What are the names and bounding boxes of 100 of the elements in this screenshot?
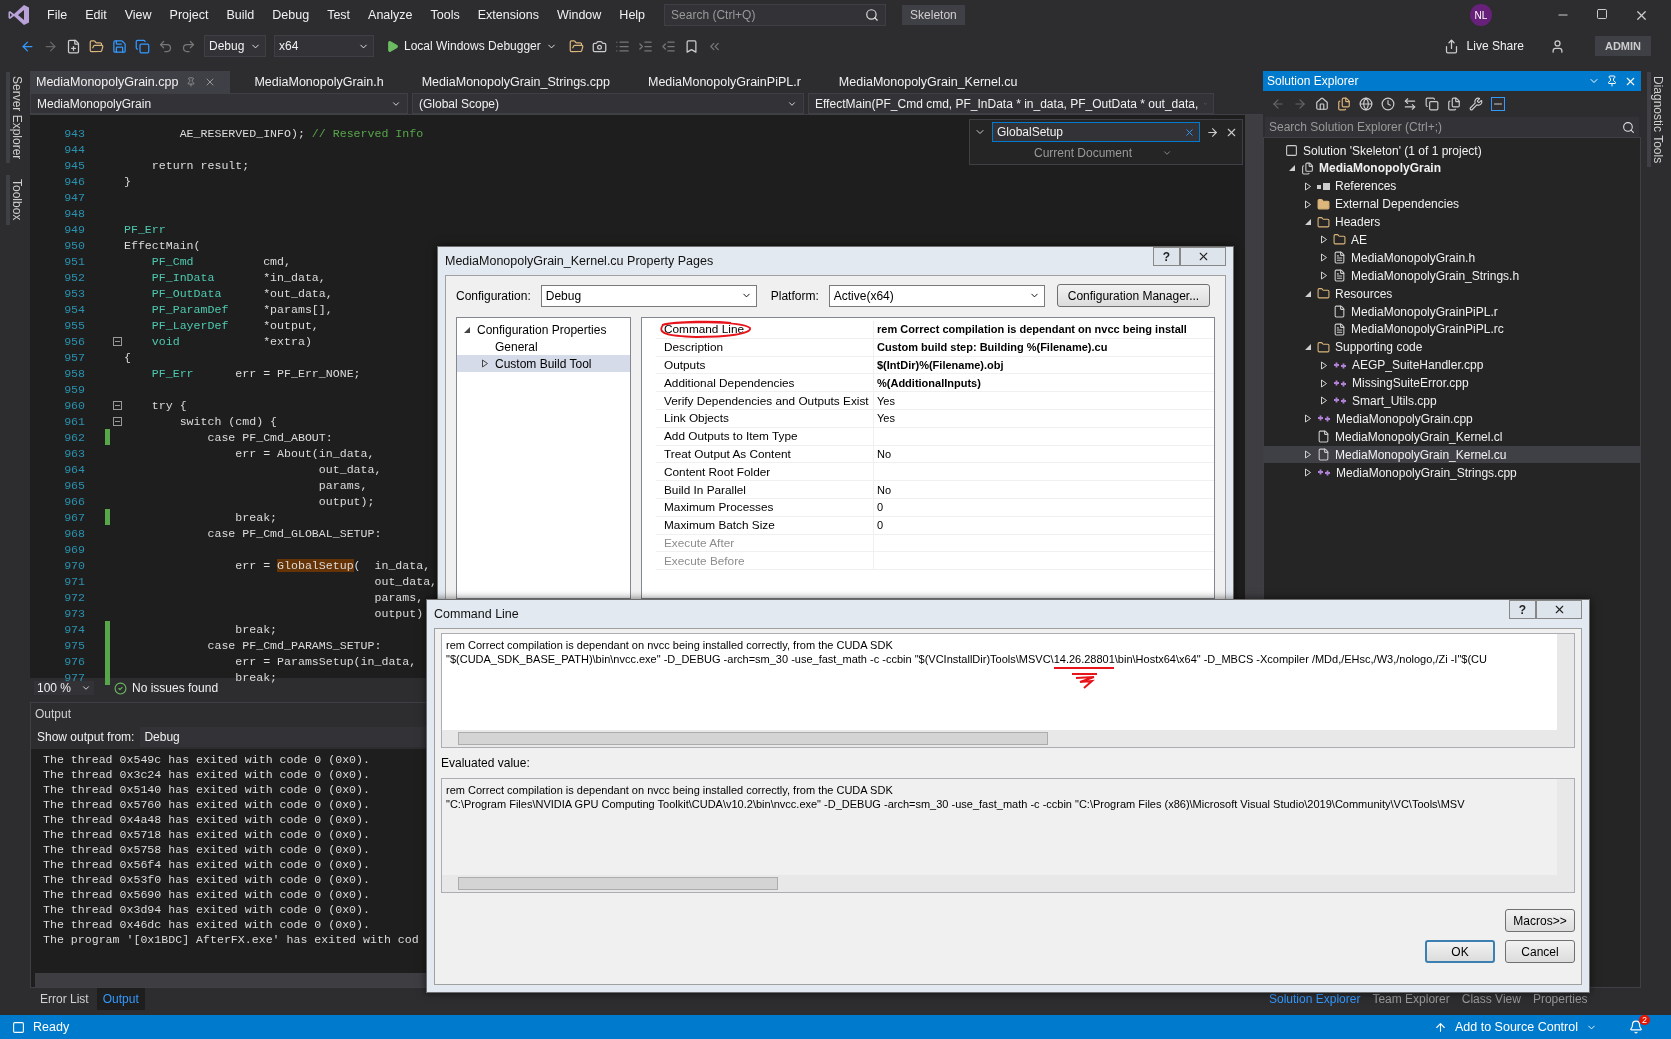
property-value[interactable]: 0 <box>874 516 884 534</box>
tree-item[interactable]: MissingSuiteError.cpp <box>1264 374 1640 392</box>
pin-icon[interactable] <box>1606 74 1618 87</box>
property-value[interactable]: No <box>874 481 892 498</box>
scrollbar[interactable] <box>1557 779 1574 875</box>
folder-icon[interactable] <box>568 38 584 54</box>
tree-item[interactable]: AEGP_SuiteHandler.cpp <box>1264 356 1640 374</box>
clock-icon[interactable] <box>1381 97 1395 111</box>
new-file-icon[interactable] <box>66 38 81 54</box>
globe-icon[interactable] <box>1359 97 1373 111</box>
property-name[interactable]: Additional Dependencies <box>656 374 874 392</box>
tree-item[interactable]: Smart_Utils.cpp <box>1264 392 1640 410</box>
fold-toggle[interactable] <box>113 336 122 346</box>
property-value[interactable]: No <box>874 445 892 463</box>
document-tab[interactable]: MediaMonopolyGrain_Strings.cpp <box>415 71 624 93</box>
live-share-icon[interactable] <box>1443 38 1459 54</box>
member-dropdown[interactable]: EffectMain(PF_Cmd cmd, PF_InData * in_data, PF_OutData * out_data, <box>808 93 1214 114</box>
account-name[interactable]: ADMIN <box>1594 36 1651 56</box>
tree-item[interactable]: Headers <box>1264 213 1640 231</box>
document-tab[interactable]: MediaMonopolyGrain.cpp <box>30 71 231 93</box>
property-value[interactable]: rem Correct compilation is dependant on nvcc being install <box>874 321 1187 338</box>
menu-item[interactable]: Extensions <box>468 8 548 22</box>
property-name[interactable]: Verify Dependencies and Outputs Exist <box>656 392 874 409</box>
macros-button[interactable]: Macros>> <box>1505 909 1575 932</box>
search-field[interactable]: Search Solution Explorer (Ctrl+;) <box>1265 117 1639 137</box>
tree-item[interactable]: MediaMonopolyGrain_Kernel.cl <box>1264 428 1640 446</box>
list-icon[interactable] <box>614 38 630 54</box>
pin-icon[interactable] <box>186 77 197 87</box>
side-panel-tab[interactable]: Server Explorer <box>6 72 24 164</box>
files-icon[interactable] <box>1337 97 1351 111</box>
tree-item[interactable]: MediaMonopolyGrainPiPL.rc <box>1264 320 1640 338</box>
close-button[interactable] <box>1180 247 1226 266</box>
home-icon[interactable] <box>1315 97 1329 111</box>
tree-item[interactable]: MediaMonopolyGrainPiPL.r <box>1264 303 1640 320</box>
minus-icon[interactable] <box>1491 97 1505 111</box>
side-panel-tab[interactable]: Diagnostic Tools <box>1647 72 1665 168</box>
scrollbar[interactable] <box>442 875 1574 892</box>
expanded-arrow-icon[interactable] <box>1304 343 1312 352</box>
platform-dropdown[interactable]: Active(x64) <box>828 284 1045 307</box>
property-name[interactable]: Maximum Batch Size <box>656 516 874 534</box>
cancel-button[interactable]: Cancel <box>1505 940 1575 963</box>
help-button[interactable]: ? <box>1509 600 1536 619</box>
live-share-link[interactable]: Live Share <box>1466 39 1524 53</box>
scope-dropdown[interactable]: (Global Scope) <box>412 93 804 114</box>
tree-item[interactable]: MediaMonopolyGrain_Strings.cpp <box>1264 464 1640 482</box>
document-tab[interactable]: MediaMonopolyGrainPiPL.r <box>642 71 815 93</box>
document-tab[interactable]: MediaMonopolyGrain_Kernel.cu <box>832 71 1032 93</box>
sync-icon[interactable] <box>1403 97 1417 111</box>
panel-tab[interactable]: Output <box>96 988 145 1010</box>
find-field[interactable]: GlobalSetup <box>992 122 1200 142</box>
tree-item[interactable]: MediaMonopolyGrain.cpp <box>1264 410 1640 428</box>
scrollbar[interactable] <box>442 730 1574 747</box>
upload-icon[interactable] <box>1434 1020 1447 1034</box>
tree-item[interactable]: Custom Build Tool <box>457 355 630 372</box>
fold-toggle[interactable] <box>113 400 122 410</box>
menu-item[interactable]: Help <box>610 8 655 22</box>
menu-item[interactable]: File <box>38 8 77 22</box>
tree-item[interactable]: MediaMonopolyGrain_Kernel.cu <box>1264 446 1640 464</box>
open-folder-icon[interactable] <box>89 38 104 54</box>
platform-dropdown[interactable]: x64 <box>274 35 374 57</box>
side-panel-tab[interactable]: Toolbox <box>6 175 24 225</box>
tree-item[interactable]: AE <box>1264 231 1640 249</box>
menu-item[interactable]: Project <box>160 8 218 22</box>
tree-item[interactable]: Solution 'Skeleton' (1 of 1 project) <box>1264 142 1640 159</box>
outdent-icon[interactable] <box>660 38 676 54</box>
menu-item[interactable]: Tools <box>421 8 469 22</box>
menu-item[interactable]: Build <box>217 8 264 22</box>
property-name[interactable]: Maximum Processes <box>656 498 874 516</box>
menu-item[interactable]: Edit <box>76 8 116 22</box>
tree-item[interactable]: External Dependencies <box>1264 195 1640 213</box>
back-icon[interactable] <box>20 38 35 54</box>
undo-icon[interactable] <box>158 38 173 54</box>
property-value[interactable]: $(IntDir)%(Filename).obj <box>874 356 1004 374</box>
tree-item[interactable]: References <box>1264 177 1640 195</box>
tree-item[interactable]: MediaMonopolyGrain_Strings.h <box>1264 267 1640 285</box>
tree-item[interactable]: Resources <box>1264 285 1640 303</box>
tree-item[interactable]: MediaMonopolyGrain <box>1264 159 1640 177</box>
zoom-dropdown[interactable]: 100 % <box>34 681 94 695</box>
panel-tab[interactable]: Team Explorer <box>1372 992 1450 1006</box>
search-field[interactable]: Search (Ctrl+Q) <box>664 4 887 26</box>
find-next-icon[interactable] <box>1206 125 1219 139</box>
property-value[interactable]: Yes <box>874 392 895 409</box>
expanded-arrow-icon[interactable] <box>1288 164 1296 173</box>
scrollbar[interactable] <box>1557 634 1574 730</box>
tree-item[interactable]: Configuration Properties <box>457 321 630 338</box>
wrench-icon[interactable] <box>1469 97 1483 111</box>
bookmark-icon[interactable] <box>683 38 699 54</box>
property-name[interactable]: Content Root Folder <box>656 463 874 481</box>
expanded-arrow-icon[interactable] <box>1304 289 1312 298</box>
help-button[interactable]: ? <box>1153 247 1180 266</box>
camera-icon[interactable] <box>591 38 607 54</box>
save-all-icon[interactable] <box>135 38 150 54</box>
property-name[interactable]: Command Line <box>656 321 874 338</box>
property-value[interactable]: %(AdditionalInputs) <box>874 374 981 392</box>
menu-item[interactable]: View <box>115 8 161 22</box>
start-debugging-button[interactable]: Local Windows Debugger <box>382 39 561 53</box>
configuration-dropdown[interactable]: Debug <box>540 284 757 307</box>
property-name[interactable]: Outputs <box>656 356 874 374</box>
menu-item[interactable]: Debug <box>263 8 319 22</box>
copy-icon[interactable] <box>1425 97 1439 111</box>
